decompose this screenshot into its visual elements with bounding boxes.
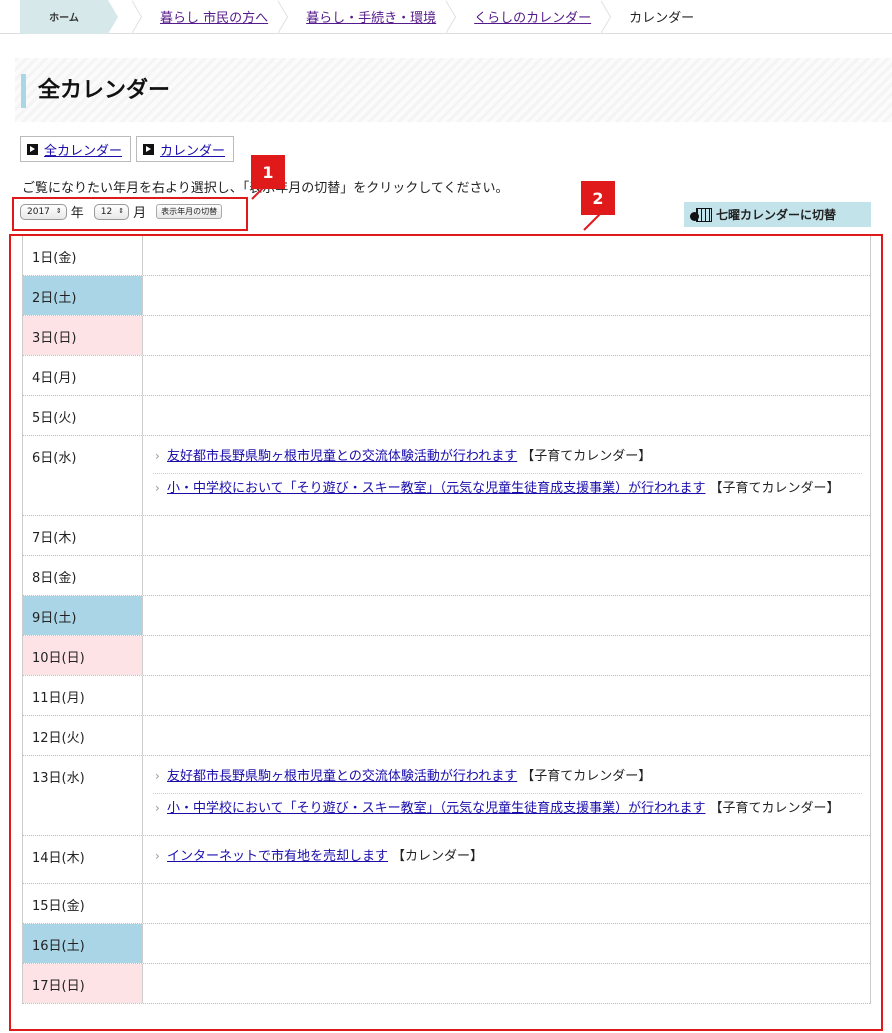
- breadcrumb-home[interactable]: ホーム: [20, 0, 118, 34]
- tab-calendar-link[interactable]: カレンダー: [160, 140, 225, 159]
- breadcrumb-link-calendar[interactable]: くらしのカレンダー: [474, 7, 591, 26]
- breadcrumb-separator: [600, 0, 615, 34]
- breadcrumb-separator: [445, 0, 460, 34]
- annotation-box-2: [9, 234, 883, 1031]
- week-calendar-label: 七曜カレンダーに切替: [716, 208, 837, 222]
- page-title: 全カレンダー: [38, 78, 171, 103]
- week-calendar-button[interactable]: 七曜カレンダーに切替: [684, 202, 871, 227]
- breadcrumb-current: カレンダー: [629, 11, 695, 26]
- calendar-icon: [690, 207, 712, 222]
- tab-calendar[interactable]: カレンダー: [136, 136, 235, 162]
- breadcrumb-item-calendar[interactable]: くらしのカレンダー: [474, 0, 591, 34]
- arrow-right-icon: [143, 143, 155, 155]
- breadcrumb-separator: [131, 0, 146, 34]
- breadcrumb: ホーム 暮らし 市民の方へ 暮らし・手続き・環境 くらしのカレンダー カレンダー: [0, 0, 892, 34]
- annotation-badge-1: 1: [251, 155, 285, 189]
- annotation-badge-2: 2: [581, 181, 615, 215]
- breadcrumb-item-citizens[interactable]: 暮らし 市民の方へ: [160, 0, 268, 34]
- tab-all-calendar[interactable]: 全カレンダー: [20, 136, 132, 162]
- arrow-right-icon: [27, 143, 38, 155]
- breadcrumb-link-procedures[interactable]: 暮らし・手続き・環境: [306, 7, 436, 26]
- breadcrumb-home-label[interactable]: ホーム: [49, 9, 79, 24]
- annotation-box-1: [12, 197, 248, 231]
- title-accent-bar: [21, 74, 26, 108]
- calendar-tabs: 全カレンダー カレンダー: [20, 136, 235, 162]
- breadcrumb-item-procedures[interactable]: 暮らし・手続き・環境: [306, 0, 436, 34]
- breadcrumb-link-citizens[interactable]: 暮らし 市民の方へ: [160, 7, 268, 26]
- tab-all-calendar-link[interactable]: 全カレンダー: [44, 140, 122, 159]
- breadcrumb-separator: [277, 0, 292, 34]
